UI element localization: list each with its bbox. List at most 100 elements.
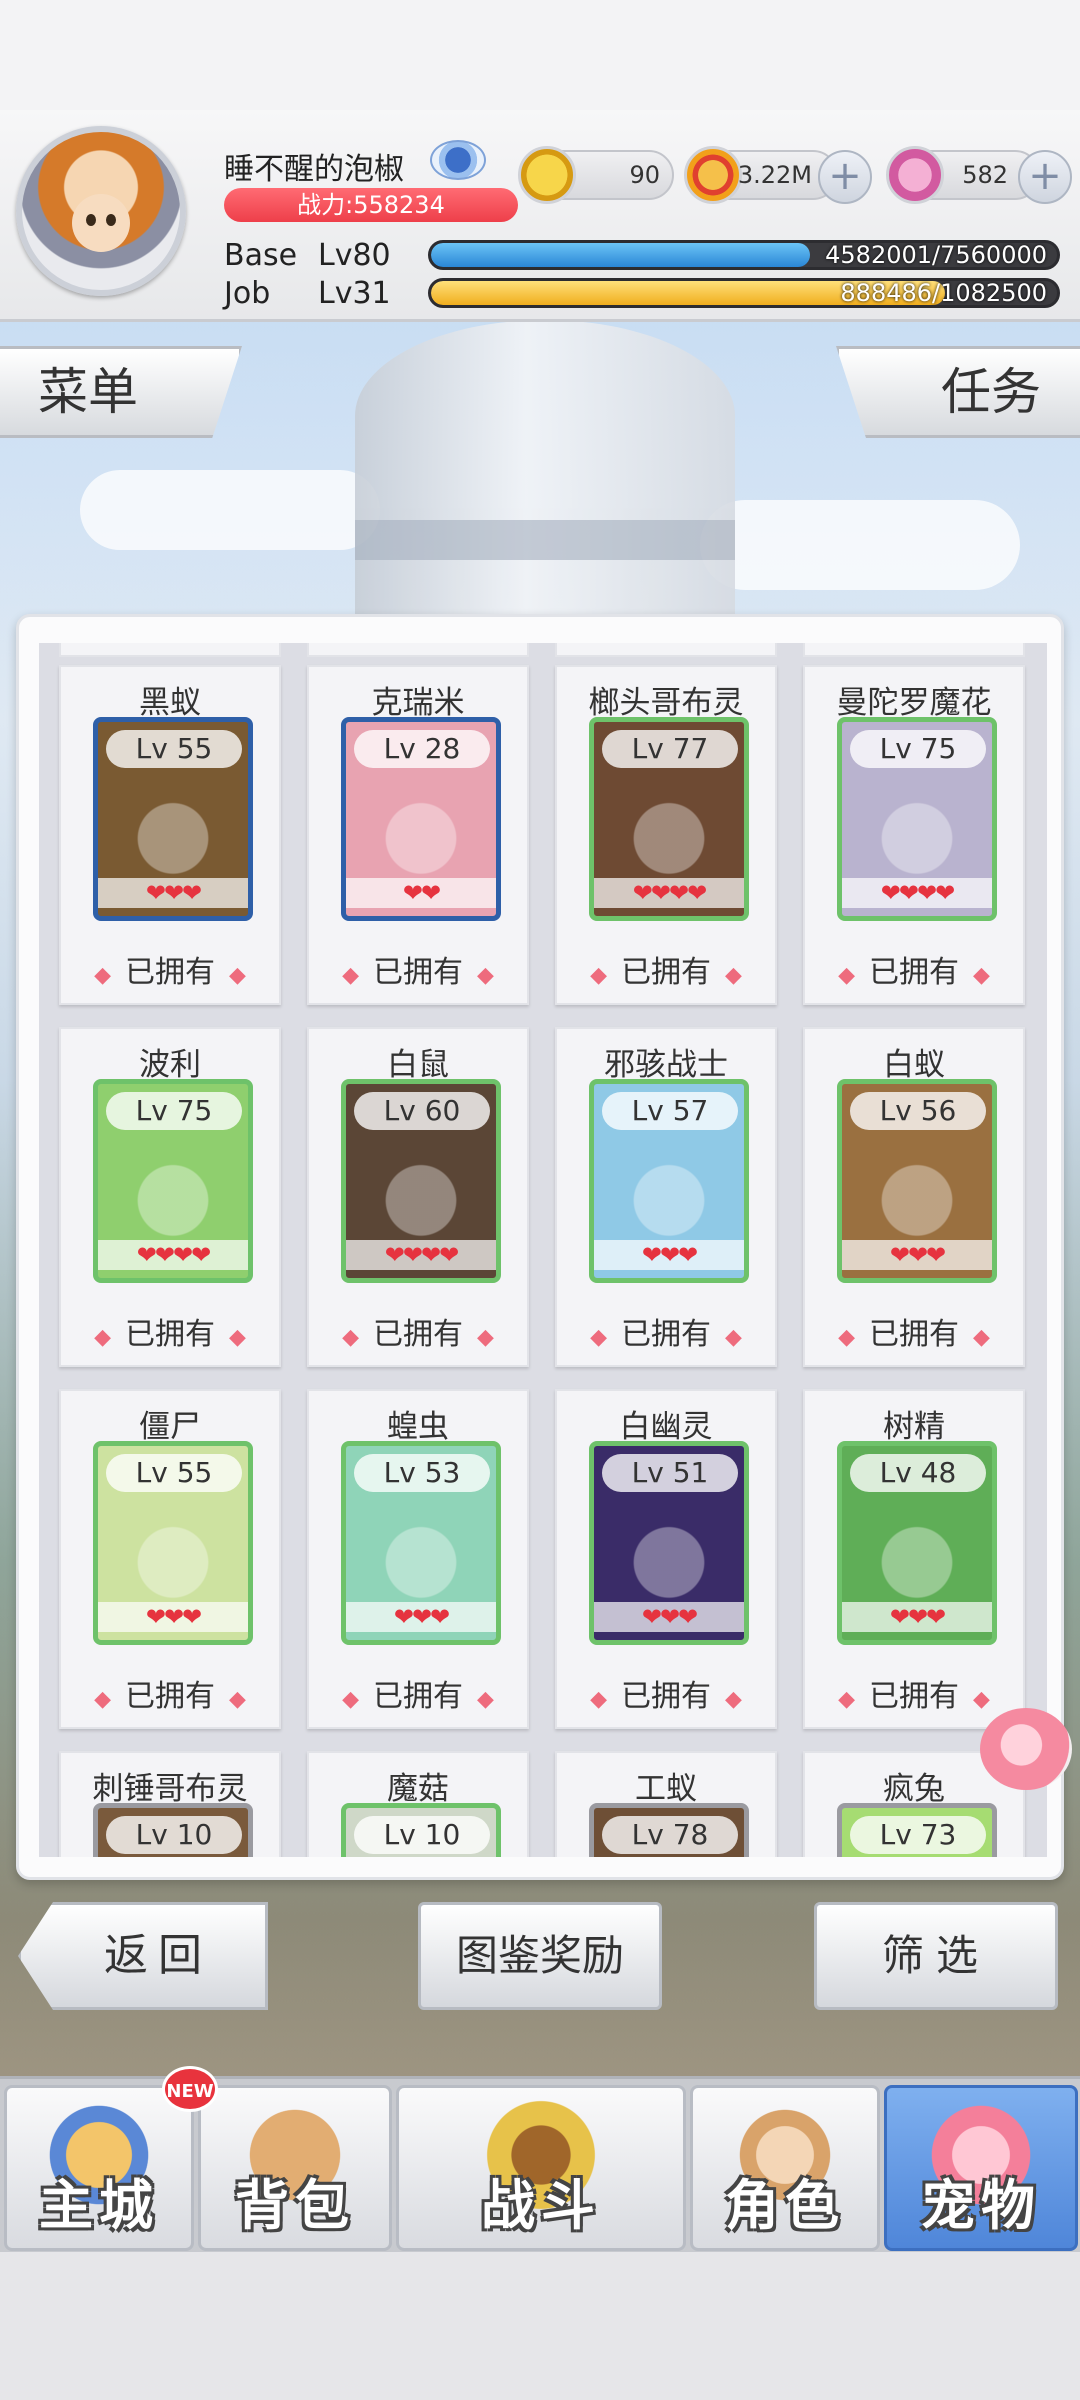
- diamond-icon: ◆: [94, 1687, 111, 1712]
- job-label: Job: [224, 276, 271, 311]
- pet-card[interactable]: 邪骇战士 Lv 57 ❤❤❤ ◆ 已拥有 ◆: [555, 1027, 777, 1367]
- floating-poring-icon[interactable]: [980, 1708, 1072, 1790]
- pet-hearts: ❤❤❤❤: [842, 878, 992, 908]
- nav-backpack-label: 背包: [235, 2174, 355, 2237]
- diamond-icon: ◆: [477, 1325, 494, 1350]
- pet-name: 邪骇战士: [604, 1047, 728, 1083]
- combat-power: 战力:558234: [224, 188, 518, 222]
- owned-label: 已拥有: [869, 1317, 959, 1352]
- pet-portrait: Lv 56 ❤❤❤: [837, 1079, 997, 1283]
- pet-card[interactable]: 僵尸 Lv 55 ❤❤❤ ◆ 已拥有 ◆: [59, 1389, 281, 1729]
- pet-card[interactable]: 树精 Lv 48 ❤❤❤ ◆ 已拥有 ◆: [803, 1389, 1025, 1729]
- zeny-currency: 90: [518, 146, 674, 204]
- pet-portrait: Lv 28 ❤❤: [341, 717, 501, 921]
- pet-portrait: Lv 55 ❤❤❤: [93, 717, 253, 921]
- avatar[interactable]: [16, 126, 186, 296]
- gold-currency: 3.22M: [684, 146, 838, 204]
- add-gem-button[interactable]: +: [1018, 150, 1072, 204]
- pet-card[interactable]: 工蚁 Lv 78: [555, 1751, 777, 1857]
- pet-card[interactable]: 白鼠 Lv 60 ❤❤❤❤ ◆ 已拥有 ◆: [307, 1027, 529, 1367]
- pet-card[interactable]: 波利 Lv 75 ❤❤❤❤ ◆ 已拥有 ◆: [59, 1027, 281, 1367]
- pet-card[interactable]: 刺锤哥布灵 Lv 10: [59, 1751, 281, 1857]
- background-tower: [355, 320, 735, 640]
- owned-label: 已拥有: [869, 955, 959, 990]
- pet-portrait: Lv 51 ❤❤❤: [589, 1441, 749, 1645]
- pet-level: Lv 77: [602, 730, 738, 768]
- pet-card[interactable]: 魔菇 Lv 10: [307, 1751, 529, 1857]
- pet-card[interactable]: 白幽灵 Lv 51 ❤❤❤ ◆ 已拥有 ◆: [555, 1389, 777, 1729]
- pet-level: Lv 10: [354, 1816, 490, 1854]
- nav-pet-label: 宠物: [921, 2174, 1041, 2237]
- pet-name: 黑蚁: [139, 685, 201, 721]
- card-stub: [555, 643, 777, 657]
- nav-character-label: 角色: [725, 2174, 845, 2237]
- owned-label: 已拥有: [125, 955, 215, 990]
- card-stub: [307, 643, 529, 657]
- zeny-value: 90: [629, 161, 660, 189]
- pet-owned-status: ◆ 已拥有 ◆: [557, 1671, 775, 1715]
- cloud-decoration: [80, 470, 380, 550]
- pet-level: Lv 75: [850, 730, 986, 768]
- pet-portrait: Lv 55 ❤❤❤: [93, 1441, 253, 1645]
- pet-level: Lv 56: [850, 1092, 986, 1130]
- diamond-icon: ◆: [838, 1687, 855, 1712]
- diamond-icon: ◆: [725, 1325, 742, 1350]
- pet-portrait: Lv 78: [589, 1803, 749, 1857]
- pet-hearts: ❤❤: [346, 878, 496, 908]
- diamond-icon: ◆: [477, 1687, 494, 1712]
- nav-character[interactable]: 角色: [690, 2085, 880, 2251]
- menu-button[interactable]: 菜单: [0, 346, 242, 438]
- diamond-icon: ◆: [94, 1325, 111, 1350]
- pet-card[interactable]: 白蚁 Lv 56 ❤❤❤ ◆ 已拥有 ◆: [803, 1027, 1025, 1367]
- pet-hearts: ❤❤❤: [594, 1240, 744, 1270]
- nav-main-city[interactable]: 主城: [4, 2085, 194, 2251]
- pet-owned-status: ◆ 已拥有 ◆: [309, 947, 527, 991]
- pet-owned-status: ◆ 已拥有 ◆: [61, 1309, 279, 1353]
- diamond-icon: ◆: [973, 963, 990, 988]
- nav-pet[interactable]: 宠物: [884, 2085, 1078, 2251]
- pet-level: Lv 53: [354, 1454, 490, 1492]
- base-label: Base: [224, 238, 298, 273]
- pet-card[interactable]: 黑蚁 Lv 55 ❤❤❤ ◆ 已拥有 ◆: [59, 665, 281, 1005]
- nav-battle[interactable]: 战斗: [396, 2085, 686, 2251]
- pet-level: Lv 60: [354, 1092, 490, 1130]
- owned-label: 已拥有: [621, 955, 711, 990]
- pet-card[interactable]: 曼陀罗魔花 Lv 75 ❤❤❤❤ ◆ 已拥有 ◆: [803, 665, 1025, 1005]
- rank-badge-icon[interactable]: [430, 140, 486, 180]
- gem-value: 582: [962, 161, 1008, 189]
- pet-owned-status: ◆ 已拥有 ◆: [805, 947, 1023, 991]
- add-gold-button[interactable]: +: [818, 150, 872, 204]
- back-button[interactable]: 返回: [18, 1902, 268, 2010]
- pet-card[interactable]: 榔头哥布灵 Lv 77 ❤❤❤❤ ◆ 已拥有 ◆: [555, 665, 777, 1005]
- pet-level: Lv 51: [602, 1454, 738, 1492]
- diamond-icon: ◆: [229, 1687, 246, 1712]
- pet-portrait: Lv 73: [837, 1803, 997, 1857]
- filter-button[interactable]: 筛选: [814, 1902, 1058, 2010]
- base-exp-text: 4582001/7560000: [825, 241, 1047, 269]
- pet-portrait: Lv 10: [341, 1803, 501, 1857]
- pet-owned-status: ◆ 已拥有 ◆: [805, 1671, 1023, 1715]
- gold-coin-icon: [684, 146, 742, 204]
- avatar-face: [72, 194, 130, 252]
- pet-portrait: Lv 60 ❤❤❤❤: [341, 1079, 501, 1283]
- pet-card[interactable]: 克瑞米 Lv 28 ❤❤ ◆ 已拥有 ◆: [307, 665, 529, 1005]
- pet-owned-status: ◆ 已拥有 ◆: [309, 1671, 527, 1715]
- diamond-icon: ◆: [973, 1687, 990, 1712]
- pet-name: 树精: [883, 1409, 945, 1445]
- pet-hearts: ❤❤❤: [842, 1602, 992, 1632]
- collection-rewards-button[interactable]: 图鉴奖励: [418, 1902, 662, 2010]
- pet-hearts: ❤❤❤: [346, 1602, 496, 1632]
- zeny-icon: [518, 146, 576, 204]
- diamond-icon: ◆: [973, 1325, 990, 1350]
- pet-card[interactable]: 蝗虫 Lv 53 ❤❤❤ ◆ 已拥有 ◆: [307, 1389, 529, 1729]
- pet-level: Lv 10: [106, 1816, 242, 1854]
- cloud-decoration: [700, 500, 1020, 590]
- pet-portrait: Lv 75 ❤❤❤❤: [837, 717, 997, 921]
- pet-name: 榔头哥布灵: [588, 685, 744, 721]
- pet-hearts: ❤❤❤: [98, 878, 248, 908]
- pet-name: 蝗虫: [387, 1409, 449, 1445]
- owned-label: 已拥有: [125, 1317, 215, 1352]
- nav-backpack[interactable]: 背包: [198, 2085, 392, 2251]
- task-button[interactable]: 任务: [836, 346, 1080, 438]
- pet-grid-scroll[interactable]: 黑蚁 Lv 55 ❤❤❤ ◆ 已拥有 ◆ 克瑞米 Lv 28 ❤❤ ◆ 已拥有 ◆ 榔头哥布灵 Lv 77…: [39, 643, 1047, 1857]
